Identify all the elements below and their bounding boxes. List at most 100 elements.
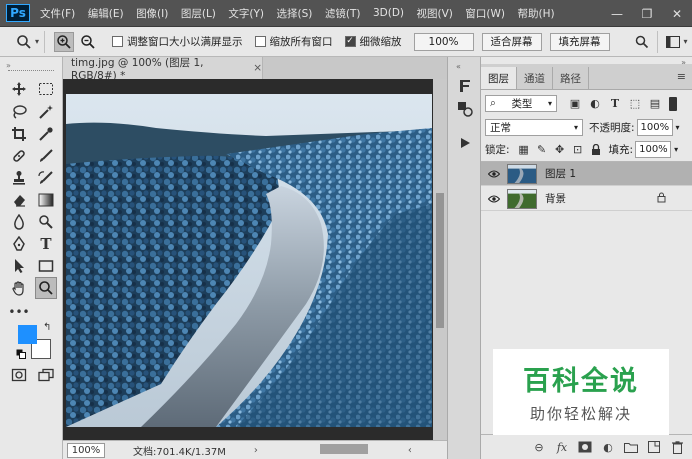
- layer-name: 图层 1: [545, 168, 577, 180]
- minimize-button[interactable]: —: [602, 0, 632, 27]
- zoom-in-icon[interactable]: [54, 31, 75, 52]
- menu-image[interactable]: 图像(I): [136, 6, 168, 21]
- history-brush-tool-icon[interactable]: [35, 167, 57, 189]
- menu-edit[interactable]: 编辑(E): [88, 6, 124, 21]
- default-colors-icon[interactable]: [16, 349, 26, 362]
- lock-transparent-pixels-icon[interactable]: ▦: [516, 142, 532, 158]
- eraser-tool-icon[interactable]: [8, 189, 30, 211]
- chevron-down-icon: ▾: [547, 99, 552, 108]
- history-panel-icon[interactable]: [455, 76, 475, 96]
- zoom-level-field[interactable]: 100%: [67, 442, 105, 458]
- panel-grip[interactable]: [8, 70, 54, 72]
- filter-type-icon[interactable]: T: [607, 96, 623, 112]
- eyedropper-tool-icon[interactable]: [35, 123, 57, 145]
- menu-type[interactable]: 文字(Y): [228, 6, 264, 21]
- fit-screen-button[interactable]: 适合屏幕: [481, 32, 542, 51]
- tab-channels[interactable]: 通道: [517, 67, 553, 89]
- actions-play-icon[interactable]: [455, 133, 475, 153]
- menu-select[interactable]: 选择(S): [277, 6, 313, 21]
- filter-smart-object-icon[interactable]: ▤: [647, 96, 663, 112]
- horizontal-scroll-thumb[interactable]: [320, 444, 368, 454]
- close-button[interactable]: ✕: [662, 0, 692, 27]
- close-document-icon[interactable]: ×: [253, 62, 262, 74]
- new-group-icon[interactable]: [622, 438, 640, 456]
- menu-file[interactable]: 文件(F): [40, 6, 75, 21]
- adjustment-layer-icon[interactable]: ◐: [599, 438, 617, 456]
- gradient-tool-icon[interactable]: [35, 189, 57, 211]
- layer-row-background[interactable]: 背景: [481, 187, 692, 211]
- screen-mode-icon[interactable]: [35, 364, 57, 386]
- swap-colors-icon[interactable]: ↰: [43, 322, 51, 333]
- move-tool-icon[interactable]: [8, 78, 30, 100]
- search-icon[interactable]: [632, 32, 652, 52]
- filter-pixel-icon[interactable]: ▣: [567, 96, 583, 112]
- lock-position-icon[interactable]: ✥: [552, 142, 568, 158]
- path-selection-tool-icon[interactable]: [8, 255, 30, 277]
- preset-dropdown-arrow-icon[interactable]: ▾: [35, 37, 39, 46]
- marquee-tool-icon[interactable]: [35, 78, 57, 100]
- opacity-field[interactable]: 100%: [636, 119, 673, 136]
- crop-tool-icon[interactable]: [8, 123, 30, 145]
- panel-collapse-icon[interactable]: »: [6, 61, 11, 70]
- menu-filter[interactable]: 滤镜(T): [325, 6, 361, 21]
- quick-mask-icon[interactable]: [8, 364, 30, 386]
- panel-menu-icon[interactable]: ≡: [677, 70, 686, 83]
- layer-style-icon[interactable]: fx: [553, 438, 571, 456]
- blend-mode-dropdown[interactable]: 正常 ▾: [485, 119, 583, 136]
- actual-pixels-button[interactable]: 100%: [413, 32, 474, 51]
- rectangle-tool-icon[interactable]: [35, 255, 57, 277]
- quick-selection-tool-icon[interactable]: [35, 101, 57, 123]
- layer-filter-dropdown[interactable]: ⌕ 类型 ▾: [485, 95, 557, 112]
- document-tab[interactable]: timg.jpg @ 100% (图层 1, RGB/8#) * ×: [63, 57, 263, 82]
- expand-panels-icon[interactable]: «: [456, 62, 461, 71]
- restore-button[interactable]: ❐: [632, 0, 662, 27]
- lock-artboard-icon[interactable]: ⊡: [570, 142, 586, 158]
- properties-panel-icon[interactable]: [455, 99, 475, 119]
- tab-layers[interactable]: 图层: [481, 67, 517, 89]
- menu-layer[interactable]: 图层(L): [181, 6, 216, 21]
- visibility-eye-icon[interactable]: [481, 170, 507, 178]
- new-layer-icon[interactable]: [645, 438, 663, 456]
- lock-all-icon[interactable]: [588, 142, 604, 158]
- tab-paths[interactable]: 路径: [553, 67, 589, 89]
- healing-brush-tool-icon[interactable]: [8, 145, 30, 167]
- brush-tool-icon[interactable]: [35, 145, 57, 167]
- vertical-scroll-thumb[interactable]: [436, 193, 444, 328]
- scrubby-zoom-checkbox[interactable]: ✓: [344, 36, 356, 47]
- type-tool-icon[interactable]: T: [35, 233, 57, 255]
- filter-shape-icon[interactable]: ⬚: [627, 96, 643, 112]
- lasso-tool-icon[interactable]: [8, 101, 30, 123]
- delete-layer-icon[interactable]: [668, 438, 686, 456]
- dodge-tool-icon[interactable]: [35, 211, 57, 233]
- resize-windows-checkbox[interactable]: [112, 36, 124, 47]
- more-tools-icon[interactable]: •••: [8, 301, 30, 323]
- link-layers-icon[interactable]: ⊖: [530, 438, 548, 456]
- fill-dropdown-icon[interactable]: ▾: [674, 145, 678, 154]
- visibility-eye-icon[interactable]: [481, 195, 507, 203]
- zoom-tool-preset-icon[interactable]: [14, 32, 34, 52]
- zoom-all-windows-checkbox[interactable]: [254, 36, 266, 47]
- menu-3d[interactable]: 3D(D): [373, 7, 404, 19]
- filter-adjustment-icon[interactable]: ◐: [587, 96, 603, 112]
- scroll-left-arrow-icon[interactable]: ‹: [408, 445, 412, 456]
- filter-toggle-icon[interactable]: [669, 96, 677, 111]
- blur-tool-icon[interactable]: [8, 211, 30, 233]
- fill-field[interactable]: 100%: [635, 141, 672, 158]
- clone-stamp-tool-icon[interactable]: [8, 167, 30, 189]
- document-image[interactable]: [66, 94, 432, 427]
- hand-tool-icon[interactable]: [8, 277, 30, 299]
- lock-image-pixels-icon[interactable]: ✎: [534, 142, 550, 158]
- workspace-dropdown-arrow-icon[interactable]: ▾: [684, 37, 688, 46]
- menu-window[interactable]: 窗口(W): [465, 6, 505, 21]
- fill-screen-button[interactable]: 填充屏幕: [549, 32, 610, 51]
- layer-row-layer-1[interactable]: 图层 1: [481, 162, 692, 186]
- zoom-out-icon[interactable]: [78, 32, 98, 52]
- opacity-dropdown-icon[interactable]: ▾: [676, 123, 680, 132]
- menu-view[interactable]: 视图(V): [417, 6, 453, 21]
- pen-tool-icon[interactable]: [8, 233, 30, 255]
- menu-help[interactable]: 帮助(H): [518, 6, 555, 21]
- status-menu-arrow-icon[interactable]: ›: [254, 445, 258, 456]
- workspace-switcher-icon[interactable]: [663, 32, 683, 52]
- zoom-tool-icon[interactable]: [35, 277, 57, 299]
- add-mask-icon[interactable]: [576, 438, 594, 456]
